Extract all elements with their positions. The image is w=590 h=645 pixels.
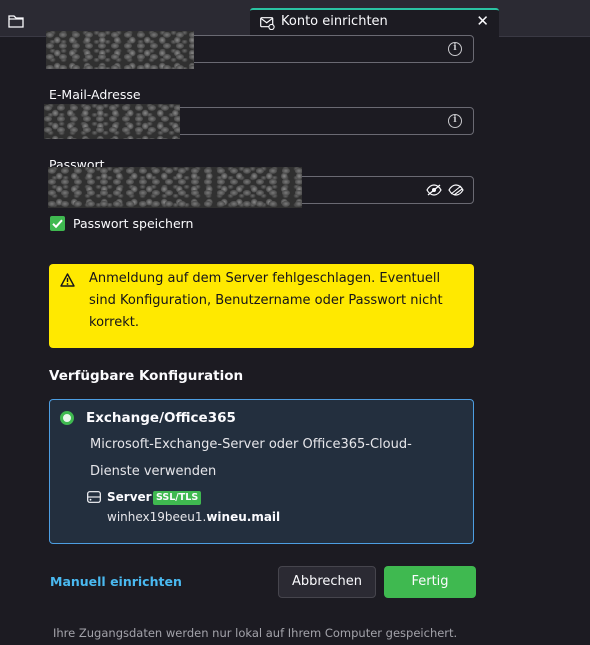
redacted-email-value — [44, 104, 180, 139]
server-host: winhex19beeu1.wineu.mail — [107, 510, 280, 524]
config-option-exchange[interactable]: Exchange/Office365 Microsoft-Exchange-Se… — [49, 399, 474, 544]
privacy-note: Ihre Zugangsdaten werden nur lokal auf I… — [53, 626, 458, 640]
done-button[interactable]: Fertig — [384, 566, 476, 598]
server-host-prefix: winhex19beeu1. — [107, 510, 207, 524]
login-failed-warning: Anmeldung auf dem Server fehlgeschlagen.… — [49, 264, 474, 348]
checkmark-icon — [52, 219, 63, 229]
info-icon[interactable]: i — [448, 114, 462, 128]
config-option-title: Exchange/Office365 — [86, 410, 236, 426]
warning-message: Anmeldung auf dem Server fehlgeschlagen.… — [89, 271, 443, 330]
info-icon[interactable]: i — [448, 42, 462, 56]
available-config-title: Verfügbare Konfiguration — [49, 368, 244, 384]
folder-icon[interactable] — [8, 14, 24, 28]
server-label: Server — [107, 490, 152, 504]
manual-setup-link[interactable]: Manuell einrichten — [50, 574, 182, 589]
eye-hidden-icon[interactable] — [426, 184, 442, 196]
cancel-button[interactable]: Abbrechen — [278, 566, 376, 598]
eye-hidden-alt-icon[interactable] — [448, 184, 464, 196]
remember-password-checkbox[interactable] — [50, 216, 65, 231]
redacted-password-value — [48, 167, 302, 208]
remember-password-label: Passwort speichern — [73, 216, 194, 231]
config-radio-selected[interactable] — [60, 411, 74, 425]
mail-gear-icon — [260, 17, 275, 30]
ssl-badge: SSL/TLS — [153, 491, 202, 505]
tab-close-icon[interactable]: ✕ — [476, 13, 489, 29]
server-host-domain: wineu.mail — [206, 510, 281, 524]
warning-triangle-icon — [60, 273, 75, 287]
tab-account-setup[interactable]: Konto einrichten ✕ — [250, 8, 499, 37]
config-option-description: Microsoft-Exchange-Server oder Office365… — [90, 437, 412, 479]
tab-title: Konto einrichten — [281, 14, 388, 29]
email-label: E-Mail-Adresse — [49, 87, 141, 102]
redacted-name-value — [46, 31, 194, 69]
server-icon — [87, 491, 101, 503]
